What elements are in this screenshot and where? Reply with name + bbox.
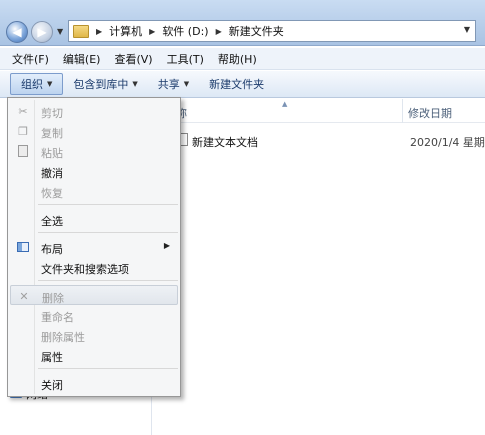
menu-item-redo[interactable]: 恢复 — [10, 181, 178, 201]
menu-tools[interactable]: 工具(T) — [167, 51, 204, 67]
arrow-left-icon: ◀ — [12, 25, 22, 39]
menu-separator — [38, 232, 178, 233]
delete-x-icon: ✕ — [19, 289, 29, 303]
menu-item-rename[interactable]: 重命名 — [10, 305, 178, 325]
breadcrumb-chevron-icon[interactable]: ▶ — [149, 27, 155, 36]
include-library-button[interactable]: 包含到库中 ▼ — [63, 73, 147, 95]
address-bar[interactable]: ▶ 计算机 ▶ 软件 (D:) ▶ 新建文件夹 ▼ — [68, 20, 476, 42]
menu-item-select-all[interactable]: 全选 — [10, 209, 178, 229]
menu-help[interactable]: 帮助(H) — [218, 51, 257, 67]
back-button[interactable]: ◀ — [6, 21, 28, 43]
chevron-down-icon: ▼ — [47, 80, 53, 88]
submenu-arrow-icon: ▶ — [163, 241, 170, 250]
scissors-icon: ✂ — [18, 104, 28, 118]
menu-item-remove-properties[interactable]: 删除属性 — [10, 325, 178, 345]
column-divider[interactable] — [402, 99, 403, 123]
menu-item-paste[interactable]: 粘贴 — [10, 141, 178, 161]
menu-item-properties[interactable]: 属性 — [10, 345, 178, 365]
recent-pages-dropdown-icon[interactable]: ▼ — [57, 27, 63, 36]
share-button[interactable]: 共享 ▼ — [148, 73, 199, 95]
breadcrumb-chevron-icon[interactable]: ▶ — [216, 27, 222, 36]
file-date: 2020/1/4 星期六 — [410, 136, 485, 149]
menu-bar: 文件(F) 编辑(E) 查看(V) 工具(T) 帮助(H) — [0, 48, 485, 70]
breadcrumb-computer[interactable]: 计算机 — [109, 23, 142, 39]
menu-item-close[interactable]: 关闭 — [10, 373, 178, 393]
command-bar: 组织 ▼ 包含到库中 ▼ 共享 ▼ 新建文件夹 — [0, 71, 485, 98]
menu-item-cut[interactable]: ✂ 剪切 — [10, 101, 178, 121]
organize-button[interactable]: 组织 ▼ — [10, 73, 64, 95]
menu-separator — [38, 368, 178, 369]
layout-icon — [16, 240, 30, 254]
new-folder-label: 新建文件夹 — [209, 78, 265, 91]
menu-item-layout[interactable]: 布局 ▶ — [10, 237, 178, 257]
menu-item-undo[interactable]: 撤消 — [10, 161, 178, 181]
breadcrumb-drive[interactable]: 软件 (D:) — [162, 23, 208, 39]
sort-ascending-icon: ▲ — [282, 100, 288, 108]
column-header: 称 ▲ 修改日期 — [152, 99, 485, 123]
title-bar: ◀ ▶ ▼ ▶ 计算机 ▶ 软件 (D:) ▶ 新建文件夹 ▼ — [0, 0, 485, 46]
forward-button[interactable]: ▶ — [31, 21, 53, 43]
arrow-right-icon: ▶ — [37, 25, 47, 39]
file-name[interactable]: 新建文本文档 — [192, 134, 258, 150]
menu-view[interactable]: 查看(V) — [114, 51, 152, 67]
chevron-down-icon: ▼ — [183, 80, 190, 88]
menu-separator — [38, 204, 178, 205]
new-folder-button[interactable]: 新建文件夹 — [199, 73, 274, 95]
breadcrumb-chevron-icon[interactable]: ▶ — [96, 27, 102, 36]
address-dropdown-icon[interactable]: ▼ — [464, 25, 470, 34]
menu-item-folder-options[interactable]: 文件夹和搜索选项 — [10, 257, 178, 277]
chevron-down-icon: ▼ — [132, 80, 138, 88]
paste-icon — [16, 144, 30, 158]
organize-menu: ✂ 剪切 ❐ 复制 粘贴 撤消 恢复 全选 布局 ▶ 文件夹和搜索选项 ✕ 删除… — [7, 97, 181, 397]
organize-label: 组织 — [21, 78, 43, 91]
include-library-label: 包含到库中 — [73, 78, 129, 91]
menu-separator — [38, 280, 178, 281]
folder-icon — [73, 24, 89, 38]
menu-item-copy[interactable]: ❐ 复制 — [10, 121, 178, 141]
menu-edit[interactable]: 编辑(E) — [63, 51, 101, 67]
column-date-modified[interactable]: 修改日期 — [408, 105, 452, 121]
menu-item-delete[interactable]: ✕ 删除 — [10, 285, 178, 305]
file-row[interactable]: 新建文本文档 2020/1/4 星期六 — [152, 131, 485, 151]
share-label: 共享 — [157, 78, 180, 91]
menu-file[interactable]: 文件(F) — [12, 51, 49, 67]
breadcrumb-folder[interactable]: 新建文件夹 — [229, 23, 284, 39]
copy-icon: ❐ — [18, 124, 28, 138]
